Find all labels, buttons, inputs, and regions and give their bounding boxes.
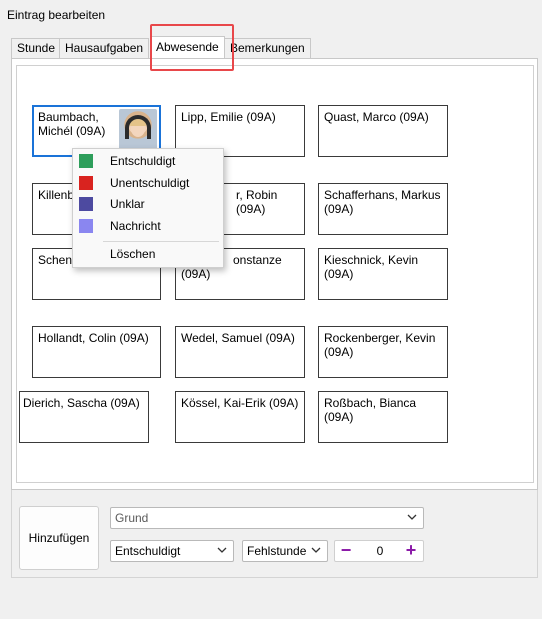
student-card[interactable]: Kieschnick, Kevin (09A)	[318, 248, 448, 300]
student-name: Schafferhans, Markus	[324, 188, 441, 202]
tab-stunde[interactable]: Stunde	[11, 38, 62, 58]
student-card[interactable]: Quast, Marco (09A)	[318, 105, 448, 157]
count-stepper: − 0 +	[334, 540, 424, 562]
menu-item-entschuldigt[interactable]: Entschuldigt	[73, 151, 223, 172]
menu-separator	[103, 241, 219, 242]
student-card[interactable]: Schafferhans, Markus (09A)	[318, 183, 448, 235]
type-dropdown[interactable]: Fehlstunde	[242, 540, 328, 562]
menu-item-label: Löschen	[110, 247, 156, 261]
tab-hausaufgaben[interactable]: Hausaufgaben	[59, 38, 150, 58]
menu-item-unklar[interactable]: Unklar	[73, 194, 223, 215]
student-name: (09A)	[324, 202, 354, 216]
student-name: Kössel, Kai-Erik (09A)	[181, 396, 299, 410]
menu-item-label: Unklar	[110, 197, 145, 211]
student-name: Hollandt, Colin (09A)	[38, 331, 149, 345]
color-swatch-icon	[79, 219, 93, 233]
absence-entry-form: Hinzufügen Grund Entschuldigt Fehlstunde…	[11, 490, 538, 578]
student-card[interactable]: Dierich, Sascha (09A)	[19, 391, 149, 443]
chevron-down-icon	[217, 547, 227, 553]
tab-panel-abwesende: Baumbach, Michél (09A) Lipp, Emilie (09A…	[11, 58, 538, 490]
tab-abwesende[interactable]: Abwesende	[150, 36, 225, 58]
menu-item-loeschen[interactable]: Löschen	[73, 244, 223, 265]
menu-item-nachricht[interactable]: Nachricht	[73, 216, 223, 237]
reason-placeholder: Grund	[115, 511, 149, 525]
tab-bemerkungen[interactable]: Bemerkungen	[224, 38, 311, 58]
student-name: Dierich, Sascha (09A)	[23, 396, 140, 410]
plus-icon[interactable]: +	[403, 541, 419, 560]
student-name: Kieschnick, Kevin (09A)	[324, 253, 419, 281]
student-avatar	[119, 109, 157, 151]
color-swatch-icon	[79, 176, 93, 190]
chevron-down-icon	[407, 514, 417, 520]
menu-item-unentschuldigt[interactable]: Unentschuldigt	[73, 173, 223, 194]
student-card[interactable]: Roßbach, Bianca (09A)	[318, 391, 448, 443]
add-button[interactable]: Hinzufügen	[19, 506, 99, 570]
menu-item-label: Unentschuldigt	[110, 176, 190, 190]
student-card[interactable]: Wedel, Samuel (09A)	[175, 326, 305, 378]
count-value[interactable]: 0	[370, 541, 390, 561]
student-name: (09A)	[324, 345, 354, 359]
menu-item-label: Nachricht	[110, 219, 161, 233]
status-dropdown[interactable]: Entschuldigt	[110, 540, 234, 562]
absence-context-menu: Entschuldigt Unentschuldigt Unklar Nachr…	[72, 148, 224, 268]
chevron-down-icon	[311, 547, 321, 553]
menu-item-label: Entschuldigt	[110, 154, 176, 168]
student-name: r, Robin (09A)	[236, 188, 278, 216]
student-name: Lipp, Emilie (09A)	[181, 110, 276, 124]
student-name: (09A)	[181, 267, 211, 281]
student-name: Quast, Marco (09A)	[324, 110, 429, 124]
student-card[interactable]: Rockenberger, Kevin (09A)	[318, 326, 448, 378]
minus-icon[interactable]: −	[338, 541, 354, 560]
color-swatch-icon	[79, 154, 93, 168]
color-swatch-icon	[79, 197, 93, 211]
student-name: Roßbach, Bianca (09A)	[324, 396, 417, 424]
student-name: Wedel, Samuel (09A)	[181, 331, 295, 345]
status-value: Entschuldigt	[115, 544, 181, 558]
student-card[interactable]: Hollandt, Colin (09A)	[32, 326, 161, 378]
student-grid: Baumbach, Michél (09A) Lipp, Emilie (09A…	[16, 65, 534, 483]
student-name: Rockenberger, Kevin	[324, 331, 436, 345]
student-card[interactable]: Kössel, Kai-Erik (09A)	[175, 391, 305, 443]
window-title: Eintrag bearbeiten	[7, 8, 106, 22]
type-value: Fehlstunde	[247, 544, 307, 558]
reason-dropdown[interactable]: Grund	[110, 507, 424, 529]
